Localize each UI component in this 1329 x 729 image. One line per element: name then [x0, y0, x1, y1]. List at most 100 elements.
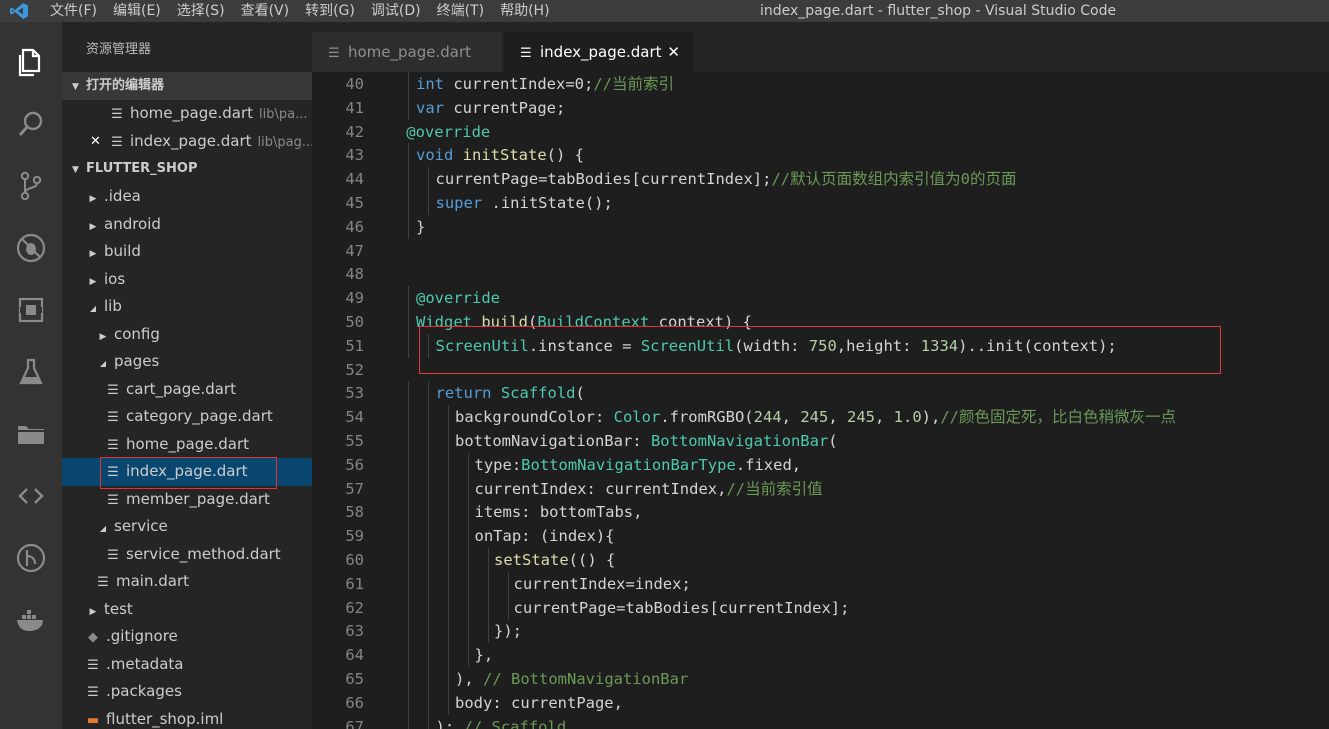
tree-file[interactable]: ☰ main.dart [62, 568, 312, 596]
open-editors-header[interactable]: ▼ 打开的编辑器 [62, 72, 312, 100]
code-token: // BottomNavigationBar [483, 670, 689, 688]
code-text: bottomNavigationBar: BottomNavigationBar… [455, 429, 838, 453]
code-editor[interactable]: 40 int currentIndex=0;//当前索引 41 var current… [312, 72, 1329, 729]
line-number: 60 [345, 551, 364, 569]
vscode-logo-icon [10, 3, 28, 19]
code-line: 66 body: currentPage, [312, 690, 1329, 715]
tree-file[interactable]: ☰ home_page.dart [62, 431, 312, 459]
file-lines-icon: ☰ [107, 492, 119, 508]
tree-item-label: category_page.dart [126, 407, 273, 425]
code-line: 50 Widget build(BuildContext context) { [312, 310, 1329, 334]
menu-edit[interactable]: 编辑(E) [105, 0, 169, 22]
tree-folder[interactable]: ▶ test [62, 596, 312, 624]
close-icon[interactable]: ✕ [90, 128, 101, 156]
git-history-icon[interactable] [0, 533, 62, 583]
chevron-down-icon: ◢ [99, 359, 107, 368]
file-lines-icon: ☰ [107, 547, 119, 563]
tree-file[interactable]: ▬ flutter_shop.iml [62, 706, 312, 729]
file-lines-icon: ☰ [97, 575, 109, 590]
menu-debug[interactable]: 调试(D) [363, 0, 429, 22]
code-text: @override [416, 286, 500, 310]
code-text: backgroundColor: Color.fromRGBO(244, 245… [455, 405, 1176, 429]
code-token: ScreenUtil [640, 336, 735, 355]
chevron-right-icon: ▶ [99, 331, 107, 342]
menu-help[interactable]: 帮助(H) [492, 0, 557, 22]
indent-guide [428, 619, 429, 644]
tree-folder[interactable]: ◢ service [62, 513, 312, 541]
tree-item-label: lib [104, 297, 122, 315]
chevron-down-icon: ▼ [72, 82, 79, 92]
file-lines-icon: ☰ [87, 657, 99, 673]
tree-folder[interactable]: ▶ android [62, 211, 312, 239]
tree-folder[interactable]: ▶ build [62, 238, 312, 266]
indent-guide [448, 524, 449, 549]
folders-icon[interactable] [0, 409, 62, 459]
line-number: 53 [345, 384, 364, 403]
code-token: Color [613, 408, 661, 427]
code-token: //默认页面数组内索引值为0的页面 [771, 170, 1017, 189]
line-number: 40 [345, 75, 364, 93]
tab-index-page[interactable]: ☰ index_page.dart ✕ [504, 32, 694, 72]
code-token: return [435, 384, 492, 403]
tab-home-page[interactable]: ☰ home_page.dart [312, 32, 502, 72]
tree-file[interactable]: ☰ member_page.dart [62, 486, 312, 514]
tree-file[interactable]: ☰ category_page.dart [62, 403, 312, 431]
line-number: 56 [345, 455, 364, 474]
debug-icon[interactable] [0, 223, 62, 273]
indent-guide [428, 333, 429, 358]
indent-guide [428, 429, 429, 453]
search-icon[interactable] [0, 99, 62, 149]
code-token: 750 [808, 336, 837, 355]
menu-goto[interactable]: 转到(G) [297, 0, 363, 22]
extensions-icon[interactable] [0, 285, 62, 335]
docker-icon[interactable] [0, 595, 62, 645]
tree-file[interactable]: ☰ index_page.dart [62, 458, 312, 486]
menu-selection[interactable]: 选择(S) [169, 0, 233, 22]
tree-file[interactable]: ☰ cart_page.dart [62, 376, 312, 404]
code-text: ); // Scaffold [436, 715, 567, 729]
code-text: ScreenUtil.instance = ScreenUtil(width: … [436, 334, 1117, 358]
code-token: currentIndex=0; [453, 75, 594, 93]
tree-folder[interactable]: ◢ lib [62, 293, 312, 321]
chevron-right-icon: ▶ [89, 249, 97, 259]
indent-guide [428, 548, 429, 572]
open-editor-item[interactable]: ☰ home_page.dart lib\pa... [62, 100, 312, 128]
menu-file[interactable]: 文件(F) [42, 0, 105, 22]
code-line: 56 type:BottomNavigationBarType.fixed, [312, 452, 1329, 477]
indent-guide [408, 429, 409, 453]
tree-item-label: index_page.dart [126, 462, 248, 480]
line-number: 45 [345, 194, 364, 212]
project-header[interactable]: ▼ FLUTTER_SHOP [62, 155, 312, 183]
code-token: .fromRGBO( [660, 408, 754, 427]
tree-file[interactable]: ☰ .packages [62, 678, 312, 706]
indent-guide [408, 714, 409, 729]
close-icon[interactable]: ✕ [667, 32, 680, 72]
tree-folder[interactable]: ▶ config [62, 321, 312, 349]
code-text: Widget build(BuildContext context) { [416, 310, 752, 334]
code-icon[interactable] [0, 471, 62, 521]
tree-folder[interactable]: ◢ pages [62, 348, 312, 376]
indent-guide [428, 381, 429, 406]
tree-folder[interactable]: ▶ .idea [62, 183, 312, 211]
tree-folder[interactable]: ▶ ios [62, 266, 312, 294]
tree-file[interactable]: ☰ service_method.dart [62, 541, 312, 569]
indent-guide [468, 476, 469, 501]
menu-terminal[interactable]: 终端(T) [429, 0, 492, 22]
code-token: , [828, 408, 847, 427]
flask-icon[interactable] [0, 347, 62, 397]
file-lines-icon: ☰ [520, 46, 532, 61]
open-editor-item[interactable]: ✕ ☰ index_page.dart lib\pag... [62, 128, 312, 156]
menu-view[interactable]: 查看(V) [233, 0, 298, 22]
indent-guide [408, 214, 409, 239]
tree-file[interactable]: ◆ .gitignore [62, 623, 312, 651]
source-control-icon[interactable] [0, 161, 62, 211]
activity-bar [0, 22, 62, 729]
code-line: 53 return Scaffold( [312, 381, 1329, 406]
tree-item-label: .gitignore [106, 627, 178, 645]
tree-item-label: build [104, 242, 141, 260]
line-number: 43 [345, 146, 364, 165]
tree-file[interactable]: ☰ .metadata [62, 651, 312, 679]
code-token: int [416, 75, 444, 93]
explorer-icon[interactable] [0, 37, 62, 87]
tree-item-label: config [114, 324, 160, 343]
